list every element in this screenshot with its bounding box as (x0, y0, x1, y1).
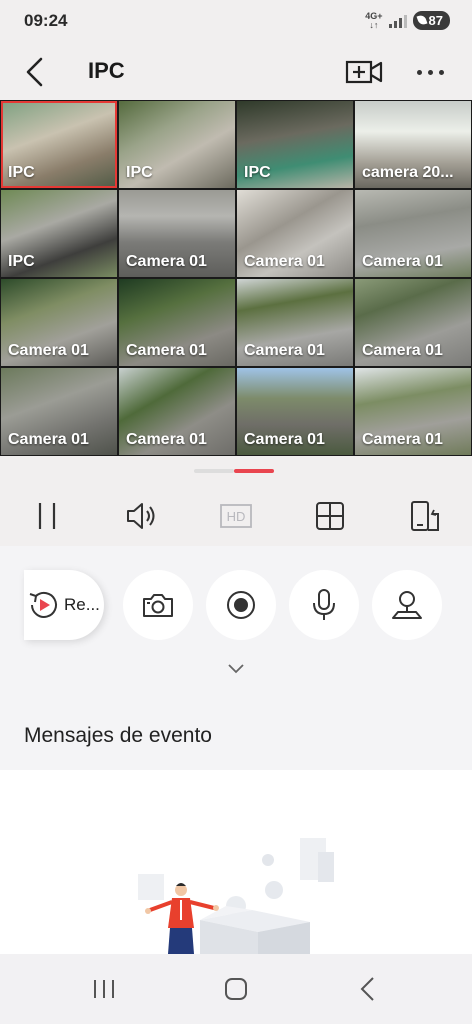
snapshot-button[interactable] (123, 570, 193, 640)
recent-apps-button[interactable] (84, 974, 124, 1004)
rotate-screen-button[interactable] (401, 494, 449, 538)
ptz-button[interactable] (372, 570, 442, 640)
pause-icon (39, 503, 56, 529)
camera-tile[interactable]: Camera 01 (119, 190, 235, 277)
page-title: IPC (88, 58, 125, 83)
battery-level: 87 (428, 13, 443, 28)
back-button[interactable] (18, 54, 52, 90)
status-icons: 4G+ ↓↑ 87 (365, 11, 450, 30)
talk-button[interactable] (289, 570, 359, 640)
event-messages-header: Mensajes de evento (0, 698, 472, 770)
camera-label: IPC (8, 164, 35, 181)
camera-tile[interactable]: Camera 01 (355, 279, 471, 366)
hd-icon: HD (220, 504, 252, 528)
page-indicator[interactable] (194, 469, 274, 473)
camera-tile[interactable]: camera 20... (355, 101, 471, 188)
header-bar: IPC (0, 44, 472, 100)
camera-label: Camera 01 (126, 431, 207, 448)
camera-tile[interactable]: Camera 01 (237, 279, 353, 366)
camera-tile[interactable]: IPC (1, 101, 117, 188)
empty-box-illustration (138, 838, 334, 954)
microphone-icon (313, 589, 335, 620)
record-button[interactable] (206, 570, 276, 640)
system-back-icon (360, 977, 374, 1001)
rotate-phone-icon (410, 501, 439, 531)
pause-button[interactable] (23, 494, 71, 538)
speaker-icon (126, 503, 155, 529)
camera-grid: IPC IPC IPC camera 20... IPC Camera 01 Camera … (0, 100, 472, 456)
camera-label: IPC (126, 164, 153, 181)
camera-label: Camera 01 (362, 431, 443, 448)
camera-label: Camera 01 (362, 342, 443, 359)
camera-tile[interactable]: IPC (119, 101, 235, 188)
network-activity: ↓↑ (369, 19, 379, 30)
playback-toolbar: HD (0, 486, 472, 546)
pager-area (0, 456, 472, 486)
camera-label: camera 20... (362, 164, 454, 181)
camera-label: Camera 01 (362, 253, 443, 270)
camera-tile[interactable]: Camera 01 (237, 368, 353, 455)
hd-button[interactable]: HD (212, 494, 260, 538)
page-dot[interactable] (194, 469, 234, 473)
action-buttons-row: Re... (0, 570, 472, 642)
replay-button[interactable]: Re... (24, 570, 104, 640)
add-camera-button[interactable] (344, 56, 384, 88)
camera-label: Camera 01 (244, 342, 325, 359)
status-bar: 09:24 4G+ ↓↑ 87 (0, 0, 472, 44)
replay-icon (29, 591, 57, 618)
sound-button[interactable] (118, 494, 166, 538)
grid-icon (316, 502, 345, 530)
home-icon (225, 978, 247, 1000)
camera-label: Camera 01 (126, 253, 207, 270)
camera-tile[interactable]: Camera 01 (1, 279, 117, 366)
record-icon (227, 591, 255, 619)
more-dot-icon (438, 69, 444, 75)
event-messages-title: Mensajes de evento (24, 724, 212, 747)
camera-tile[interactable]: Camera 01 (1, 368, 117, 455)
camera-tile[interactable]: IPC (1, 190, 117, 277)
camera-label: IPC (244, 164, 271, 181)
status-time: 09:24 (24, 11, 68, 30)
home-button[interactable] (216, 974, 256, 1004)
camera-label: Camera 01 (8, 431, 89, 448)
more-dot-icon (427, 69, 433, 75)
page-dot-active[interactable] (234, 469, 274, 473)
network-indicator: 4G+ ↓↑ (365, 11, 382, 30)
camera-label: IPC (8, 253, 35, 270)
camera-label: Camera 01 (244, 431, 325, 448)
camera-tile[interactable]: Camera 01 (237, 190, 353, 277)
replay-label: Re... (64, 595, 100, 614)
camera-tile[interactable]: Camera 01 (355, 368, 471, 455)
battery-indicator: 87 (412, 11, 450, 30)
hd-label: HD (227, 509, 246, 524)
signal-icon (388, 14, 407, 28)
more-options-button[interactable] (410, 58, 450, 86)
camera-tile[interactable]: IPC (237, 101, 353, 188)
back-arrow-icon (26, 57, 43, 87)
more-dot-icon (416, 69, 422, 75)
ptz-location-icon (392, 591, 422, 619)
camera-tile[interactable]: Camera 01 (119, 368, 235, 455)
camera-icon (143, 594, 173, 617)
add-video-icon (345, 60, 383, 84)
camera-tile[interactable]: Camera 01 (355, 190, 471, 277)
recent-apps-icon (94, 980, 114, 998)
camera-tile[interactable]: Camera 01 (119, 279, 235, 366)
camera-label: Camera 01 (126, 342, 207, 359)
battery-saver-icon (416, 13, 428, 27)
camera-label: Camera 01 (244, 253, 325, 270)
expand-button[interactable] (224, 658, 248, 678)
grid-layout-button[interactable] (306, 494, 354, 538)
empty-state (0, 770, 472, 954)
system-navigation-bar (0, 954, 472, 1024)
system-back-button[interactable] (348, 974, 388, 1004)
camera-label: Camera 01 (8, 342, 89, 359)
chevron-down-icon (228, 664, 244, 674)
action-panel: Re... (0, 546, 472, 698)
